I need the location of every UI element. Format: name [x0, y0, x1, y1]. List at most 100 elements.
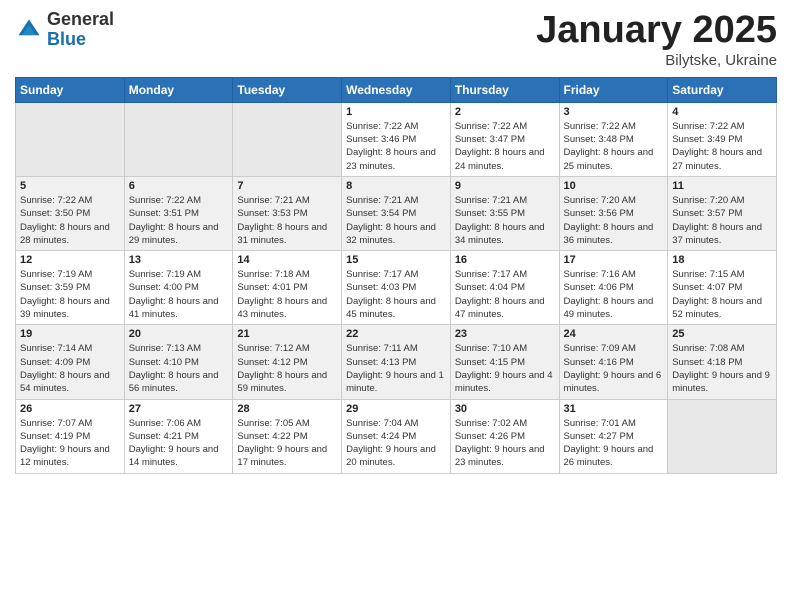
- weekday-header-wednesday: Wednesday: [342, 77, 451, 102]
- page: General Blue January 2025 Bilytske, Ukra…: [0, 0, 792, 612]
- day-info: Sunrise: 7:07 AMSunset: 4:19 PMDaylight:…: [20, 417, 120, 470]
- calendar-cell: [233, 102, 342, 176]
- week-row-3: 12Sunrise: 7:19 AMSunset: 3:59 PMDayligh…: [16, 251, 777, 325]
- weekday-header-monday: Monday: [124, 77, 233, 102]
- day-number: 11: [672, 180, 772, 192]
- calendar-cell: 20 Sunrise: 7:13 AMSunset: 4:10 PMDayligh…: [124, 325, 233, 399]
- calendar-cell: 9 Sunrise: 7:21 AMSunset: 3:55 PMDaylight…: [450, 176, 559, 250]
- day-number: 20: [129, 328, 229, 340]
- calendar-cell: 27 Sunrise: 7:06 AMSunset: 4:21 PMDayligh…: [124, 399, 233, 473]
- weekday-header-thursday: Thursday: [450, 77, 559, 102]
- day-info: Sunrise: 7:22 AMSunset: 3:48 PMDaylight:…: [564, 120, 664, 173]
- day-number: 6: [129, 180, 229, 192]
- day-info: Sunrise: 7:19 AMSunset: 4:00 PMDaylight:…: [129, 268, 229, 321]
- day-number: 5: [20, 180, 120, 192]
- logo-blue-text: Blue: [47, 29, 86, 49]
- calendar-cell: 14 Sunrise: 7:18 AMSunset: 4:01 PMDayligh…: [233, 251, 342, 325]
- calendar-cell: 10Sunrise: 7:20 AMSunset: 3:56 PMDayligh…: [559, 176, 668, 250]
- calendar-cell: 12Sunrise: 7:19 AMSunset: 3:59 PMDayligh…: [16, 251, 125, 325]
- day-info: Sunrise: 7:13 AMSunset: 4:10 PMDaylight:…: [129, 342, 229, 395]
- day-number: 8: [346, 180, 446, 192]
- logo-icon: [15, 16, 43, 44]
- day-number: 18: [672, 254, 772, 266]
- day-info: Sunrise: 7:21 AMSunset: 3:53 PMDaylight:…: [237, 194, 337, 247]
- weekday-header-sunday: Sunday: [16, 77, 125, 102]
- calendar-cell: 25Sunrise: 7:08 AMSunset: 4:18 PMDayligh…: [668, 325, 777, 399]
- day-info: Sunrise: 7:06 AMSunset: 4:21 PMDaylight:…: [129, 417, 229, 470]
- calendar-cell: 21 Sunrise: 7:12 AMSunset: 4:12 PMDayligh…: [233, 325, 342, 399]
- calendar-cell: 26 Sunrise: 7:07 AMSunset: 4:19 PMDayligh…: [16, 399, 125, 473]
- day-info: Sunrise: 7:04 AMSunset: 4:24 PMDaylight:…: [346, 417, 446, 470]
- week-row-2: 5 Sunrise: 7:22 AMSunset: 3:50 PMDaylight…: [16, 176, 777, 250]
- day-info: Sunrise: 7:14 AMSunset: 4:09 PMDaylight:…: [20, 342, 120, 395]
- weekday-header-friday: Friday: [559, 77, 668, 102]
- logo-text: General Blue: [47, 10, 114, 50]
- day-info: Sunrise: 7:22 AMSunset: 3:49 PMDaylight:…: [672, 120, 772, 173]
- logo: General Blue: [15, 10, 114, 50]
- day-number: 7: [237, 180, 337, 192]
- location: Bilytske, Ukraine: [536, 52, 777, 69]
- calendar-cell: [124, 102, 233, 176]
- week-row-5: 26 Sunrise: 7:07 AMSunset: 4:19 PMDayligh…: [16, 399, 777, 473]
- calendar-cell: 3 Sunrise: 7:22 AMSunset: 3:48 PMDaylight…: [559, 102, 668, 176]
- day-info: Sunrise: 7:20 AMSunset: 3:57 PMDaylight:…: [672, 194, 772, 247]
- day-number: 14: [237, 254, 337, 266]
- day-info: Sunrise: 7:10 AMSunset: 4:15 PMDaylight:…: [455, 342, 555, 395]
- calendar-cell: 16Sunrise: 7:17 AMSunset: 4:04 PMDayligh…: [450, 251, 559, 325]
- day-info: Sunrise: 7:22 AMSunset: 3:50 PMDaylight:…: [20, 194, 120, 247]
- day-info: Sunrise: 7:18 AMSunset: 4:01 PMDaylight:…: [237, 268, 337, 321]
- day-info: Sunrise: 7:19 AMSunset: 3:59 PMDaylight:…: [20, 268, 120, 321]
- day-info: Sunrise: 7:08 AMSunset: 4:18 PMDaylight:…: [672, 342, 772, 395]
- month-year: January 2025: [536, 10, 777, 52]
- calendar-cell: 29 Sunrise: 7:04 AMSunset: 4:24 PMDayligh…: [342, 399, 451, 473]
- day-number: 27: [129, 403, 229, 415]
- calendar-cell: 11 Sunrise: 7:20 AMSunset: 3:57 PMDayligh…: [668, 176, 777, 250]
- calendar-cell: 22 Sunrise: 7:11 AMSunset: 4:13 PMDayligh…: [342, 325, 451, 399]
- day-info: Sunrise: 7:21 AMSunset: 3:55 PMDaylight:…: [455, 194, 555, 247]
- day-number: 19: [20, 328, 120, 340]
- title-block: January 2025 Bilytske, Ukraine: [536, 10, 777, 69]
- calendar-cell: 30Sunrise: 7:02 AMSunset: 4:26 PMDayligh…: [450, 399, 559, 473]
- calendar-cell: 18Sunrise: 7:15 AMSunset: 4:07 PMDayligh…: [668, 251, 777, 325]
- day-number: 15: [346, 254, 446, 266]
- day-number: 29: [346, 403, 446, 415]
- calendar-cell: 5 Sunrise: 7:22 AMSunset: 3:50 PMDaylight…: [16, 176, 125, 250]
- day-number: 13: [129, 254, 229, 266]
- day-number: 26: [20, 403, 120, 415]
- day-number: 10: [564, 180, 664, 192]
- day-info: Sunrise: 7:22 AMSunset: 3:46 PMDaylight:…: [346, 120, 446, 173]
- weekday-header-row: SundayMondayTuesdayWednesdayThursdayFrid…: [16, 77, 777, 102]
- calendar: SundayMondayTuesdayWednesdayThursdayFrid…: [15, 77, 777, 474]
- day-number: 21: [237, 328, 337, 340]
- calendar-cell: 4 Sunrise: 7:22 AMSunset: 3:49 PMDaylight…: [668, 102, 777, 176]
- day-info: Sunrise: 7:11 AMSunset: 4:13 PMDaylight:…: [346, 342, 446, 395]
- calendar-cell: 15 Sunrise: 7:17 AMSunset: 4:03 PMDayligh…: [342, 251, 451, 325]
- calendar-cell: 6 Sunrise: 7:22 AMSunset: 3:51 PMDaylight…: [124, 176, 233, 250]
- weekday-header-saturday: Saturday: [668, 77, 777, 102]
- day-number: 22: [346, 328, 446, 340]
- day-number: 30: [455, 403, 555, 415]
- calendar-cell: 28 Sunrise: 7:05 AMSunset: 4:22 PMDayligh…: [233, 399, 342, 473]
- day-number: 4: [672, 106, 772, 118]
- calendar-cell: 19 Sunrise: 7:14 AMSunset: 4:09 PMDayligh…: [16, 325, 125, 399]
- calendar-cell: 24Sunrise: 7:09 AMSunset: 4:16 PMDayligh…: [559, 325, 668, 399]
- day-number: 17: [564, 254, 664, 266]
- calendar-cell: 13 Sunrise: 7:19 AMSunset: 4:00 PMDayligh…: [124, 251, 233, 325]
- calendar-cell: [16, 102, 125, 176]
- day-number: 1: [346, 106, 446, 118]
- day-number: 28: [237, 403, 337, 415]
- day-info: Sunrise: 7:22 AMSunset: 3:51 PMDaylight:…: [129, 194, 229, 247]
- day-info: Sunrise: 7:12 AMSunset: 4:12 PMDaylight:…: [237, 342, 337, 395]
- day-info: Sunrise: 7:05 AMSunset: 4:22 PMDaylight:…: [237, 417, 337, 470]
- day-info: Sunrise: 7:17 AMSunset: 4:03 PMDaylight:…: [346, 268, 446, 321]
- day-info: Sunrise: 7:01 AMSunset: 4:27 PMDaylight:…: [564, 417, 664, 470]
- day-number: 9: [455, 180, 555, 192]
- day-info: Sunrise: 7:16 AMSunset: 4:06 PMDaylight:…: [564, 268, 664, 321]
- logo-general-text: General: [47, 9, 114, 29]
- calendar-cell: 31 Sunrise: 7:01 AMSunset: 4:27 PMDayligh…: [559, 399, 668, 473]
- day-number: 3: [564, 106, 664, 118]
- day-number: 31: [564, 403, 664, 415]
- day-info: Sunrise: 7:22 AMSunset: 3:47 PMDaylight:…: [455, 120, 555, 173]
- calendar-cell: 8Sunrise: 7:21 AMSunset: 3:54 PMDaylight…: [342, 176, 451, 250]
- day-number: 23: [455, 328, 555, 340]
